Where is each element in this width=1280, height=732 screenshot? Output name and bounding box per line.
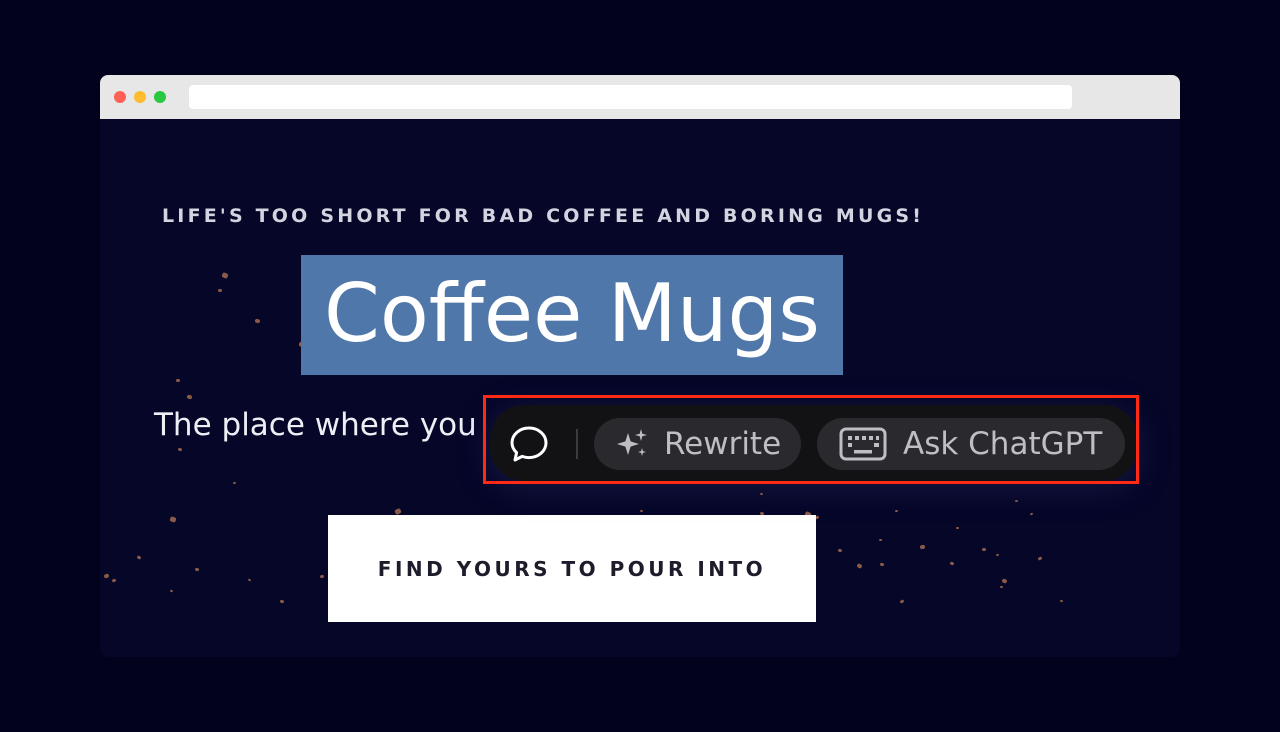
coffee-particle [279, 599, 285, 604]
coffee-particle [394, 507, 402, 516]
coffee-particle [856, 563, 863, 569]
coffee-particle [639, 509, 644, 513]
coffee-particle [194, 567, 200, 572]
minimize-window-button[interactable] [134, 91, 146, 103]
close-window-button[interactable] [114, 91, 126, 103]
find-yours-button[interactable]: FIND YOURS TO POUR INTO [328, 515, 816, 622]
subheadline: The place where you [154, 407, 477, 443]
tagline: LIFE'S TOO SHORT FOR BAD COFFEE AND BORI… [162, 205, 925, 227]
coffee-particle [169, 589, 174, 593]
coffee-particle [899, 599, 905, 604]
coffee-particle [919, 544, 926, 550]
coffee-particle [254, 318, 261, 324]
coffee-particle [1001, 578, 1008, 584]
coffee-particle [169, 516, 177, 523]
coffee-particle [894, 509, 899, 513]
highlight-box [483, 395, 1139, 484]
coffee-particle [319, 574, 325, 579]
coffee-particle [111, 578, 117, 583]
coffee-particle [232, 481, 237, 485]
coffee-particle [878, 538, 883, 542]
coffee-particle [186, 394, 193, 400]
coffee-particle [955, 526, 960, 530]
coffee-particle [879, 562, 885, 567]
coffee-particle [981, 547, 987, 552]
coffee-particle [175, 378, 181, 383]
coffee-particle [103, 573, 110, 579]
address-bar[interactable] [189, 85, 1072, 109]
coffee-particle [759, 492, 764, 496]
headline-selection-highlight: Coffee Mugs [301, 255, 843, 375]
coffee-particle [949, 561, 955, 566]
browser-titlebar [100, 75, 1180, 119]
coffee-particle [217, 288, 223, 293]
coffee-particle [1037, 556, 1043, 561]
coffee-particle [136, 555, 142, 560]
coffee-particle [999, 585, 1004, 589]
page-headline[interactable]: Coffee Mugs [301, 249, 843, 379]
coffee-particle [247, 578, 252, 582]
coffee-particle [221, 271, 229, 280]
coffee-particle [177, 447, 183, 452]
coffee-particle [1014, 499, 1019, 503]
page-content: LIFE'S TOO SHORT FOR BAD COFFEE AND BORI… [100, 119, 1180, 657]
browser-window: LIFE'S TOO SHORT FOR BAD COFFEE AND BORI… [100, 75, 1180, 657]
coffee-particle [1029, 512, 1034, 516]
coffee-particle [1059, 599, 1064, 603]
maximize-window-button[interactable] [154, 91, 166, 103]
coffee-particle [995, 553, 1000, 557]
coffee-particle [837, 548, 843, 553]
